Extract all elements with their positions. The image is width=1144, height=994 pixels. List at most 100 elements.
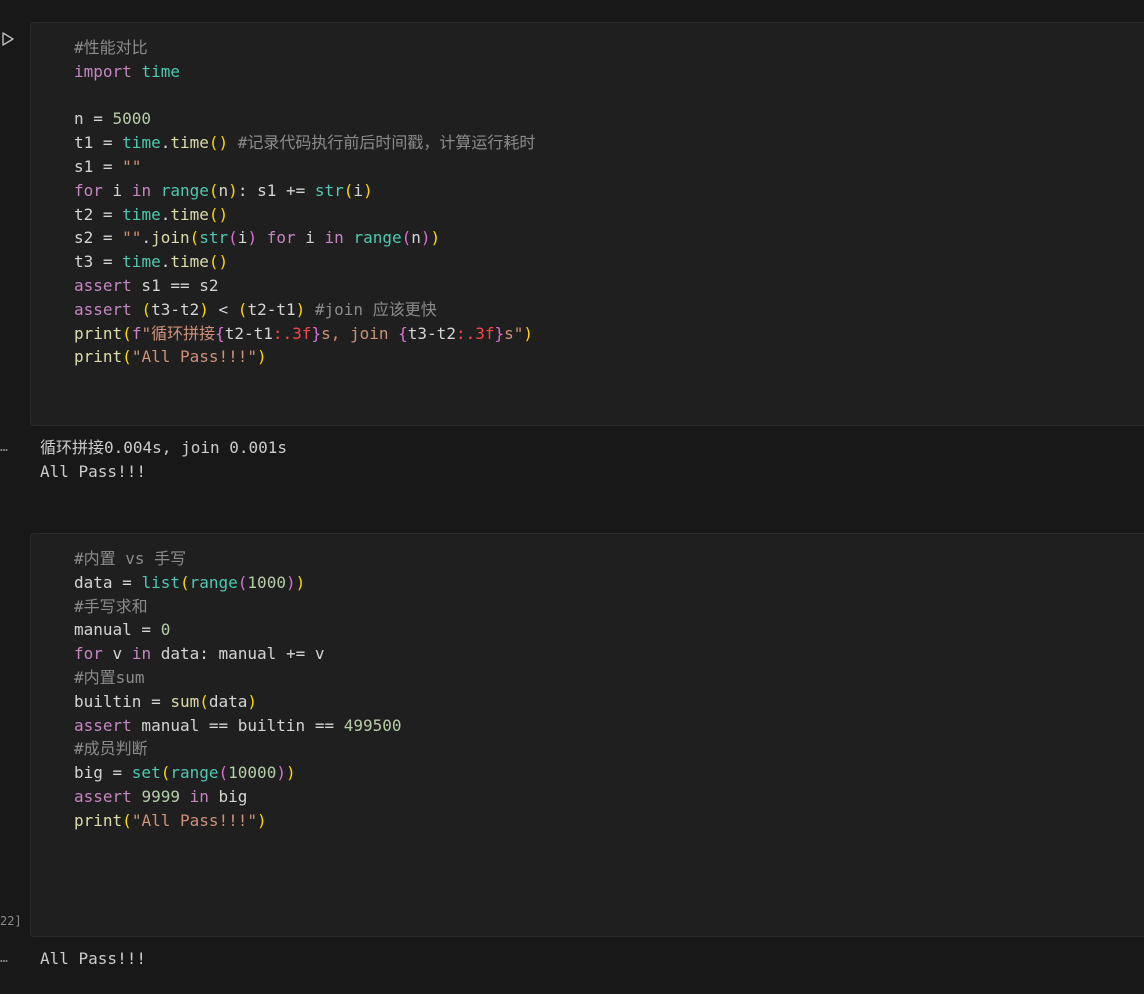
code-token: join <box>151 228 190 248</box>
code-token: ( <box>401 228 412 248</box>
code-token: #内置 vs 手写 <box>74 549 187 568</box>
code-token: 1000 <box>247 572 286 592</box>
code-token: n <box>218 180 229 200</box>
code-token: "" <box>122 228 142 248</box>
output-menu-icon[interactable]: … <box>0 440 8 456</box>
code-token: ( <box>218 763 229 783</box>
code-token: t1 = <box>74 133 123 153</box>
code-token: t3 = <box>74 252 123 272</box>
code-token: "All Pass!!!" <box>131 347 258 367</box>
cell-output-1: 循环拼接0.004s, join 0.001s All Pass!!! <box>40 436 287 484</box>
code-token: ) <box>257 347 267 367</box>
code-token: ( <box>141 299 152 319</box>
code-line: t2 = time.time() <box>74 203 535 227</box>
code-token: manual == builtin == <box>131 715 344 735</box>
code-token: f <box>131 323 142 343</box>
code-token: #手写求和 <box>74 596 148 616</box>
code-line: assert (t3-t2) < (t2-t1) #join 应该更快 <box>74 298 535 322</box>
code-token: range <box>353 228 402 248</box>
output-line: 循环拼接0.004s, join 0.001s <box>40 438 288 457</box>
code-token: . <box>160 133 171 153</box>
code-token: . <box>141 228 152 248</box>
code-line: for i in range(n): s1 += str(i) <box>74 179 535 203</box>
code-token: ( <box>122 323 132 343</box>
code-token: () <box>208 252 229 272</box>
code-line: manual = 0 <box>74 618 402 642</box>
code-token: #记录代码执行前后时间戳，计算运行耗时 <box>237 133 536 153</box>
code-editor-1[interactable]: #性能对比 import time n = 5000 t1 = time.time(… <box>74 36 535 369</box>
code-token: data <box>208 691 248 711</box>
code-token: ( <box>208 180 219 200</box>
code-token: in <box>131 180 152 200</box>
code-token: #成员判断 <box>74 739 148 759</box>
code-editor-2[interactable]: #内置 vs 手写 data = list(range(1000)) #手写求和 ma… <box>74 547 402 833</box>
code-line: print(f"循环拼接{t2-t1:.3f}s, join {t3-t2:.3… <box>74 322 535 346</box>
execution-count: 22] <box>0 914 22 928</box>
code-line: data = list(range(1000)) <box>74 571 402 595</box>
code-token: time <box>122 133 161 153</box>
code-line: s2 = "".join(str(i) for i in range(n)) <box>74 226 535 250</box>
code-cell-2[interactable]: #内置 vs 手写 data = list(range(1000)) #手写求和 ma… <box>30 533 1144 937</box>
code-token: 0 <box>160 620 171 640</box>
code-line: big = set(range(10000)) <box>74 761 402 785</box>
code-token: str <box>314 180 344 200</box>
code-token: < <box>208 299 238 319</box>
code-token: . <box>160 252 171 272</box>
code-token: list <box>141 572 180 592</box>
code-token: :.3f <box>455 323 495 343</box>
code-token: for <box>74 180 103 200</box>
code-token: s1 == s2 <box>131 275 219 295</box>
code-line: t3 = time.time() <box>74 250 535 274</box>
code-token: i <box>102 180 132 200</box>
code-token: t3-t2 <box>407 323 456 343</box>
code-token: ( <box>122 347 132 367</box>
code-line: #性能对比 <box>74 36 535 60</box>
code-token: builtin = <box>74 691 171 711</box>
code-token: ( <box>343 180 354 200</box>
code-token: assert <box>74 715 132 735</box>
code-token: ) <box>363 180 373 200</box>
code-line: builtin = sum(data) <box>74 690 402 714</box>
code-line: import time <box>74 60 535 84</box>
code-token: t3-t2 <box>151 299 200 319</box>
code-token: : s1 += <box>237 180 315 200</box>
code-token: ) <box>276 763 286 783</box>
code-line: #内置 vs 手写 <box>74 547 402 571</box>
code-cell-1[interactable]: #性能对比 import time n = 5000 t1 = time.time(… <box>30 22 1144 426</box>
output-line: All Pass!!! <box>40 462 146 481</box>
code-token: () <box>208 133 229 153</box>
code-token: i <box>353 180 364 200</box>
code-token: ) <box>257 810 267 830</box>
code-token: t2-t1 <box>224 323 273 343</box>
code-token: } <box>494 323 505 343</box>
code-line: assert 9999 in big <box>74 785 402 809</box>
code-token: 9999 <box>141 786 180 806</box>
code-token: time <box>170 252 209 272</box>
code-token: t2 = <box>74 204 123 224</box>
code-token: s, join <box>321 323 399 343</box>
code-token: ( <box>237 299 248 319</box>
code-token: ( <box>122 810 132 830</box>
code-line: #手写求和 <box>74 595 402 619</box>
code-token: ( <box>189 228 200 248</box>
code-token: "" <box>122 156 142 176</box>
code-token: ) <box>430 228 441 248</box>
output-menu-icon[interactable]: … <box>0 951 8 967</box>
code-line: for v in data: manual += v <box>74 642 402 666</box>
run-icon[interactable] <box>0 31 16 47</box>
code-token: big <box>208 786 248 806</box>
code-token: #性能对比 <box>74 38 148 57</box>
code-token: range <box>160 180 209 200</box>
code-token: time <box>141 61 180 81</box>
cell-output-2: All Pass!!! <box>40 947 146 971</box>
code-line: assert s1 == s2 <box>74 274 535 298</box>
code-token: } <box>311 323 322 343</box>
code-line: t1 = time.time() #记录代码执行前后时间戳，计算运行耗时 <box>74 131 535 155</box>
code-token: assert <box>74 299 132 319</box>
code-token: data: manual += v <box>151 644 325 664</box>
code-token: big = <box>74 763 132 783</box>
